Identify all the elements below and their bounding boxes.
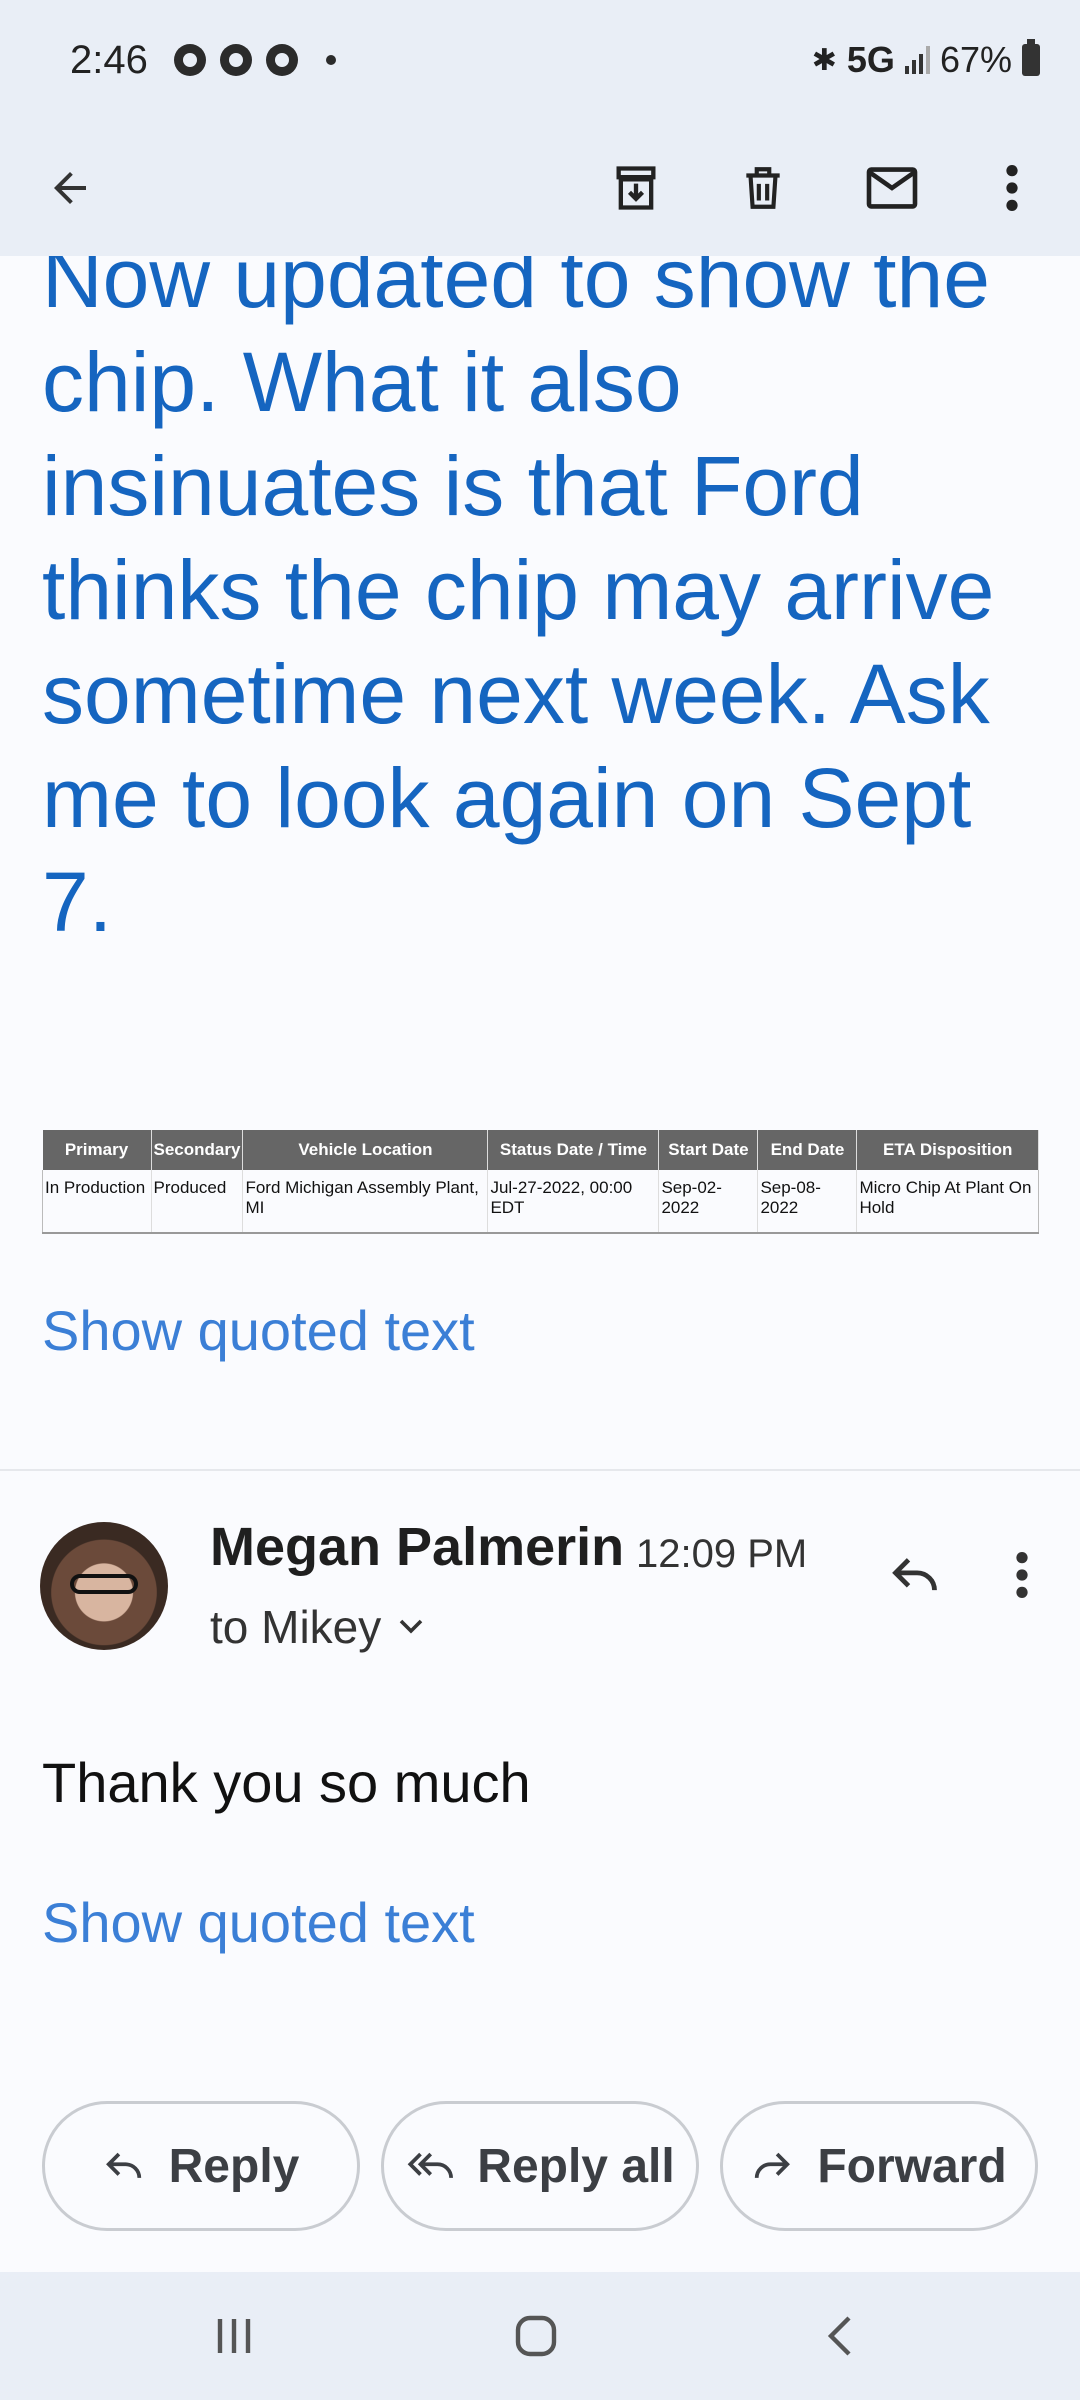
more-vert-icon (1006, 165, 1018, 211)
home-icon (515, 2315, 557, 2357)
reply-message-body: Thank you so much (42, 1751, 531, 1814)
table-header: ETA Disposition (856, 1130, 1039, 1170)
forward-button[interactable]: Forward (720, 2101, 1038, 2231)
table-cell: Ford Michigan Assembly Plant, MI (242, 1170, 488, 1234)
chevron-down-icon (399, 1619, 423, 1634)
network-type: 5G (846, 39, 895, 80)
sender-name: Megan Palmerin (210, 1517, 625, 1577)
status-bar: 2:46 ✱ 5G 67% (0, 0, 1080, 120)
email-body-text: Now updated to show the chip. What it al… (42, 256, 995, 949)
signal-icon (904, 46, 930, 74)
notification-app-icon (173, 44, 206, 76)
arrow-back-icon (54, 172, 86, 204)
table-header: Secondary (151, 1130, 244, 1170)
table-cell: Micro Chip At Plant On Hold (856, 1170, 1039, 1234)
back-button[interactable] (40, 158, 100, 218)
mail-icon (866, 167, 918, 209)
table-row: In Production Produced Ford Michigan Ass… (42, 1170, 1039, 1234)
chrome-notification-icon (265, 44, 298, 76)
forward-icon (755, 2152, 791, 2179)
email-content: Now updated to show the chip. What it al… (0, 256, 1080, 2272)
status-right: ✱ 5G 67% (812, 39, 1040, 81)
reply-icon (892, 1558, 937, 1591)
reply-icon-button[interactable] (880, 1540, 950, 1610)
more-options-button[interactable] (982, 158, 1042, 218)
table-header: Status Date / Time (487, 1130, 660, 1170)
table-cell: Sep-02-2022 (658, 1170, 758, 1234)
message-time: 12:09 PM (636, 1532, 808, 1576)
forward-label: Forward (817, 2139, 1007, 2193)
bluetooth-icon: ✱ (811, 43, 837, 77)
reply-all-button[interactable]: Reply all (381, 2101, 699, 2231)
home-button[interactable] (496, 2306, 576, 2366)
vehicle-status-table: Primary Secondary Vehicle Location Statu… (42, 1130, 1039, 1234)
battery-icon (1022, 39, 1040, 76)
reply-all-label: Reply all (477, 2139, 675, 2193)
recipient-label: to Mikey (210, 1601, 382, 1653)
chrome-notification-icon (219, 44, 252, 76)
table-header-row: Primary Secondary Vehicle Location Statu… (42, 1130, 1039, 1170)
reply-icon (105, 2152, 141, 2179)
recent-apps-icon (217, 2319, 251, 2353)
recipients-toggle[interactable]: to Mikey (210, 1600, 425, 1654)
table-header: End Date (757, 1130, 858, 1170)
show-quoted-text-link[interactable]: Show quoted text (42, 1890, 475, 1955)
reply-label: Reply (168, 2139, 300, 2193)
archive-icon (616, 166, 656, 210)
recent-apps-button[interactable] (194, 2306, 274, 2366)
back-nav-button[interactable] (800, 2306, 880, 2366)
avatar[interactable] (40, 1522, 168, 1650)
more-vert-icon (1016, 1552, 1028, 1598)
more-notifications-icon (325, 55, 336, 65)
table-header: Primary (42, 1130, 152, 1170)
show-quoted-text-link[interactable]: Show quoted text (42, 1298, 475, 1363)
status-left: 2:46 (70, 38, 336, 83)
table-cell: Sep-08-2022 (757, 1170, 857, 1234)
table-header: Vehicle Location (242, 1130, 489, 1170)
archive-button[interactable] (606, 158, 666, 218)
trash-icon (746, 167, 780, 209)
battery-percent: 67% (939, 39, 1012, 80)
email-toolbar (0, 120, 1080, 256)
table-header: Start Date (658, 1130, 759, 1170)
message-more-button[interactable] (992, 1540, 1052, 1610)
table-cell: In Production (42, 1170, 151, 1234)
avatar-glasses (70, 1574, 138, 1594)
status-time: 2:46 (70, 37, 148, 82)
table-cell: Produced (150, 1170, 243, 1234)
reply-all-icon (407, 2152, 454, 2179)
delete-button[interactable] (733, 158, 793, 218)
mark-unread-button[interactable] (862, 158, 922, 218)
table-cell: Jul-27-2022, 00:00 EDT (487, 1170, 659, 1234)
reply-button[interactable]: Reply (42, 2101, 360, 2231)
message-divider (0, 1469, 1080, 1471)
system-nav-bar (0, 2272, 1080, 2400)
chevron-left-icon (827, 2316, 851, 2356)
